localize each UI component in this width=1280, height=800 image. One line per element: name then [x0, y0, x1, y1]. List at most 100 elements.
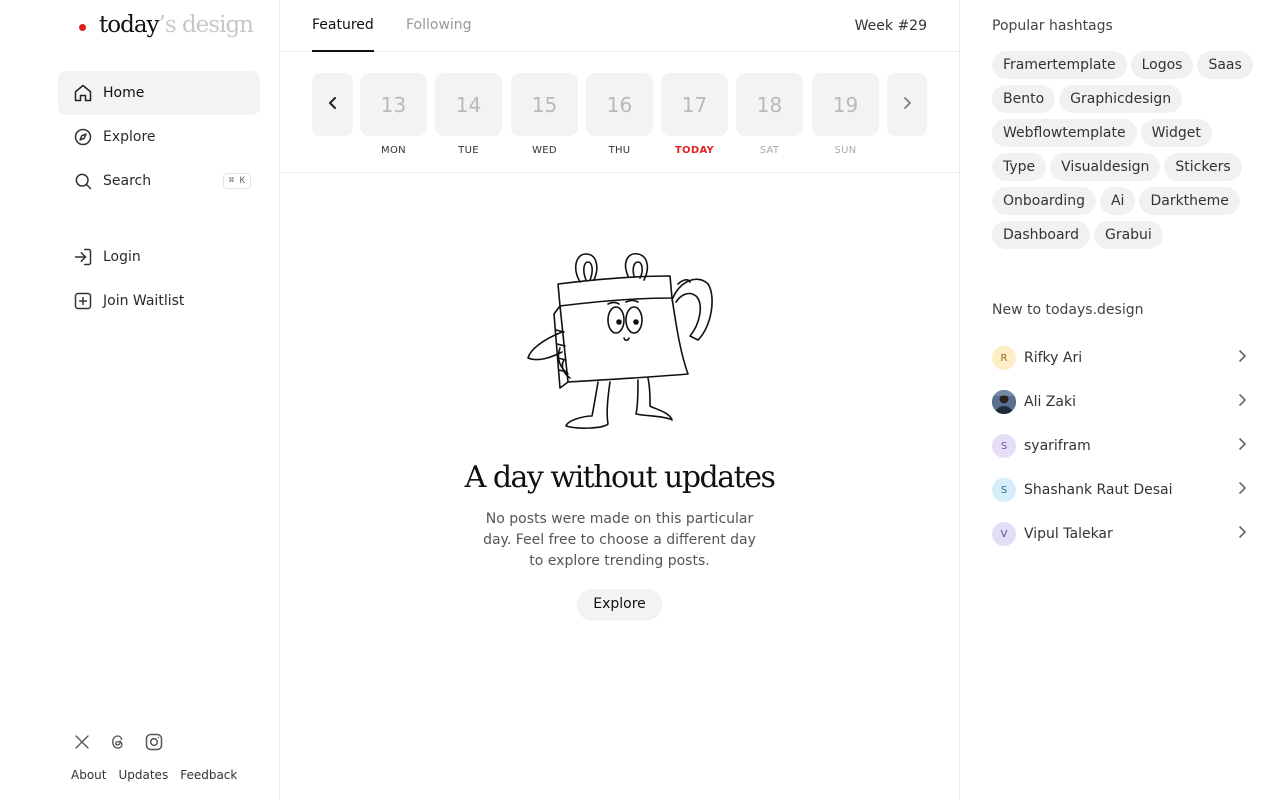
nav-item-label: Search [103, 173, 152, 189]
chevron-left-icon [328, 96, 338, 113]
hashtag-chip[interactable]: Type [992, 153, 1047, 181]
day-tue[interactable]: 14 TUE [435, 73, 502, 156]
hashtag-chip[interactable]: Webflowtemplate [992, 119, 1137, 147]
day-number: 13 [360, 73, 427, 136]
nav-item-join-waitlist[interactable]: Join Waitlist [58, 279, 260, 323]
user-name: Vipul Talekar [1024, 526, 1113, 542]
day-label: MON [381, 145, 406, 156]
hashtag-chip[interactable]: Darktheme [1139, 187, 1240, 215]
user-row[interactable]: V Vipul Talekar [992, 512, 1246, 556]
empty-state-description: No posts were made on this particular da… [483, 511, 756, 569]
avatar [992, 390, 1016, 414]
hashtag-chip[interactable]: Bento [992, 85, 1056, 113]
day-sat[interactable]: 18 SAT [736, 73, 803, 156]
avatar: V [992, 522, 1016, 546]
user-row[interactable]: S Shashank Raut Desai [992, 468, 1246, 512]
chevron-right-icon [902, 96, 912, 113]
day-label: WED [532, 145, 557, 156]
chevron-right-icon [1238, 438, 1246, 454]
week-indicator: Week #29 [854, 18, 927, 34]
hashtag-chip[interactable]: Dashboard [992, 221, 1090, 249]
calendar-character-illustration [526, 252, 713, 429]
day-label: SUN [834, 145, 857, 156]
new-users-title: New to todays.design [992, 302, 1144, 318]
hashtag-list: Framertemplate Logos Saas Bento Graphicd… [992, 51, 1254, 249]
day-label: TUE [458, 145, 479, 156]
day-thu[interactable]: 16 THU [586, 73, 653, 156]
hashtag-chip[interactable]: Onboarding [992, 187, 1096, 215]
day-number: 15 [511, 73, 578, 136]
home-icon [73, 83, 93, 103]
search-shortcut-badge: ⌘ K [222, 173, 251, 189]
tab-featured[interactable]: Featured [312, 17, 374, 52]
account-nav: Login Join Waitlist [58, 235, 260, 323]
user-name: Ali Zaki [1024, 394, 1076, 410]
popular-hashtags-title: Popular hashtags [992, 18, 1113, 34]
user-name: syarifram [1024, 438, 1091, 454]
nav-item-label: Explore [103, 129, 156, 145]
day-number: 18 [736, 73, 803, 136]
day-number: 17 [661, 73, 728, 136]
tab-following[interactable]: Following [406, 17, 472, 33]
instagram-icon[interactable] [143, 731, 165, 753]
day-sun[interactable]: 19 SUN [812, 73, 879, 156]
hashtag-chip[interactable]: Stickers [1164, 153, 1242, 181]
x-icon[interactable] [71, 731, 93, 753]
main-nav: Home Explore Search ⌘ K [58, 71, 260, 203]
feed-tabs: Featured Following Week #29 [280, 0, 959, 52]
avatar: R [992, 346, 1016, 370]
updates-link[interactable]: Updates [118, 768, 168, 782]
day-label: SAT [759, 145, 780, 156]
hashtag-chip[interactable]: Saas [1197, 51, 1253, 79]
main-content: Featured Following Week #29 13 MON 14 TU… [280, 0, 960, 800]
hashtag-chip[interactable]: Grabui [1093, 221, 1163, 249]
avatar: S [992, 478, 1016, 502]
nav-item-label: Join Waitlist [103, 293, 185, 309]
explore-button[interactable]: Explore [577, 589, 662, 619]
hashtag-chip[interactable]: Framertemplate [992, 51, 1127, 79]
chevron-right-icon [1238, 350, 1246, 366]
day-today[interactable]: 17 TODAY [661, 73, 728, 156]
next-week-button[interactable] [887, 73, 927, 136]
hashtag-chip[interactable]: Visualdesign [1050, 153, 1161, 181]
hashtag-chip[interactable]: Ai [1099, 187, 1136, 215]
chevron-right-icon [1238, 526, 1246, 542]
logo[interactable]: today’s design [79, 8, 254, 42]
day-mon[interactable]: 13 MON [360, 73, 427, 156]
hashtag-chip[interactable]: Logos [1130, 51, 1194, 79]
compass-icon [73, 127, 93, 147]
user-name: Rifky Ari [1024, 350, 1083, 366]
plus-square-icon [73, 291, 93, 311]
new-users-list: R Rifky Ari Ali Zaki S syarifram S Shash… [992, 336, 1246, 556]
empty-state-title: A day without updates [464, 460, 776, 495]
search-icon [73, 171, 93, 191]
about-link[interactable]: About [71, 768, 106, 782]
nav-item-explore[interactable]: Explore [58, 115, 260, 159]
user-row[interactable]: R Rifky Ari [992, 336, 1246, 380]
hashtag-chip[interactable]: Widget [1140, 119, 1212, 147]
chevron-right-icon [1238, 482, 1246, 498]
nav-item-home[interactable]: Home [58, 71, 260, 115]
user-row[interactable]: S syarifram [992, 424, 1246, 468]
day-wed[interactable]: 15 WED [511, 73, 578, 156]
day-number: 14 [435, 73, 502, 136]
previous-week-button[interactable] [312, 73, 353, 136]
hashtag-chip[interactable]: Graphicdesign [1059, 85, 1183, 113]
nav-item-label: Login [103, 249, 141, 265]
user-name: Shashank Raut Desai [1024, 482, 1173, 498]
threads-icon[interactable] [107, 731, 129, 753]
day-number: 16 [586, 73, 653, 136]
day-label: TODAY [674, 145, 715, 156]
user-row[interactable]: Ali Zaki [992, 380, 1246, 424]
date-selector: 13 MON 14 TUE 15 WED 16 THU 17 TODAY 18 … [280, 52, 959, 173]
empty-state: A day without updates No posts were made… [280, 240, 959, 619]
day-number: 19 [812, 73, 879, 136]
chevron-right-icon [1238, 394, 1246, 410]
day-label: THU [608, 145, 631, 156]
nav-item-label: Home [103, 85, 145, 101]
logo-dot [79, 23, 86, 31]
feedback-link[interactable]: Feedback [180, 768, 237, 782]
logo-text: today [99, 12, 160, 38]
nav-item-search[interactable]: Search ⌘ K [58, 159, 260, 203]
nav-item-login[interactable]: Login [58, 235, 260, 279]
